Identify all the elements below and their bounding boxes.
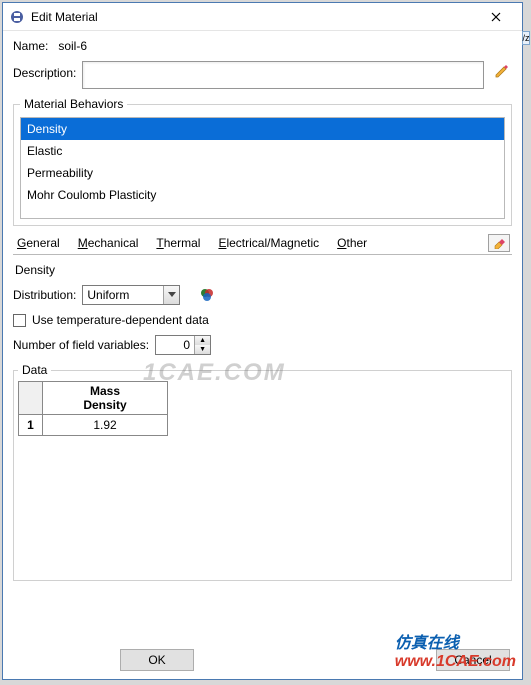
edit-description-button[interactable]	[492, 61, 512, 81]
col-header-mass-density[interactable]: Mass Density	[43, 382, 167, 414]
tab-thermal[interactable]: Thermal	[154, 234, 202, 252]
table-corner-cell	[19, 382, 43, 414]
row-number: 1	[19, 415, 43, 435]
name-row: Name: soil-6	[13, 39, 512, 53]
temperature-dependent-row: Use temperature-dependent data	[13, 313, 512, 327]
field-variables-spinner[interactable]: 0 ▲ ▼	[155, 335, 211, 355]
density-section-title: Density	[15, 263, 512, 277]
window-title: Edit Material	[31, 10, 476, 24]
pencil-icon	[494, 63, 510, 79]
tab-other[interactable]: Other	[335, 234, 369, 252]
delete-behavior-button[interactable]	[488, 234, 510, 252]
behaviors-list[interactable]: Density Elastic Permeability Mohr Coulom…	[20, 117, 505, 219]
behavior-item-mohr-coulomb[interactable]: Mohr Coulomb Plasticity	[21, 184, 504, 206]
close-button[interactable]	[476, 6, 516, 28]
field-variables-value: 0	[156, 338, 194, 352]
eraser-icon	[493, 237, 505, 249]
field-variables-label: Number of field variables:	[13, 338, 149, 352]
app-icon	[9, 9, 25, 25]
behavior-category-tabs: General Mechanical Thermal Electrical/Ma…	[13, 232, 512, 255]
tab-general[interactable]: General	[15, 234, 62, 252]
mass-density-cell[interactable]: 1.92	[43, 415, 167, 435]
material-behaviors-group: Material Behaviors Density Elastic Perme…	[13, 97, 512, 226]
distribution-row: Distribution: Uniform	[13, 285, 512, 305]
chevron-down-icon	[163, 286, 179, 304]
temperature-dependent-label: Use temperature-dependent data	[32, 313, 209, 327]
distribution-label: Distribution:	[13, 288, 76, 302]
data-table[interactable]: Mass Density 1 1.92	[18, 381, 168, 436]
dialog-content: Name: soil-6 Description: Material Behav…	[3, 31, 522, 581]
spinner-down-button[interactable]: ▼	[194, 345, 210, 354]
data-group: Data Mass Density 1 1.92	[13, 363, 512, 581]
description-input[interactable]	[82, 61, 484, 89]
behavior-item-permeability[interactable]: Permeability	[21, 162, 504, 184]
behavior-item-elastic[interactable]: Elastic	[21, 140, 504, 162]
field-visualization-button[interactable]	[200, 288, 214, 302]
color-sphere-icon	[200, 288, 214, 302]
dialog-button-row: OK Cancel	[3, 649, 522, 671]
field-variables-row: Number of field variables: 0 ▲ ▼	[13, 335, 512, 355]
temperature-dependent-checkbox[interactable]	[13, 314, 26, 327]
name-value: soil-6	[58, 39, 87, 53]
table-row: 1 1.92	[19, 415, 167, 435]
name-label: Name:	[13, 39, 48, 53]
background-tab-scrap: /z	[522, 31, 530, 45]
distribution-value: Uniform	[83, 288, 163, 302]
behavior-item-density[interactable]: Density	[21, 118, 504, 140]
description-row: Description:	[13, 61, 512, 89]
cancel-button[interactable]: Cancel	[436, 649, 510, 671]
spinner-up-button[interactable]: ▲	[194, 336, 210, 345]
description-label: Description:	[13, 61, 76, 80]
ok-button[interactable]: OK	[120, 649, 194, 671]
close-icon	[491, 12, 501, 22]
edit-material-dialog: Edit Material /z Name: soil-6 Descriptio…	[2, 2, 523, 680]
tab-mechanical[interactable]: Mechanical	[76, 234, 141, 252]
behaviors-legend: Material Behaviors	[20, 97, 127, 111]
titlebar: Edit Material	[3, 3, 522, 31]
distribution-combo[interactable]: Uniform	[82, 285, 180, 305]
tab-electrical[interactable]: Electrical/Magnetic	[216, 234, 321, 252]
data-legend: Data	[18, 363, 51, 377]
